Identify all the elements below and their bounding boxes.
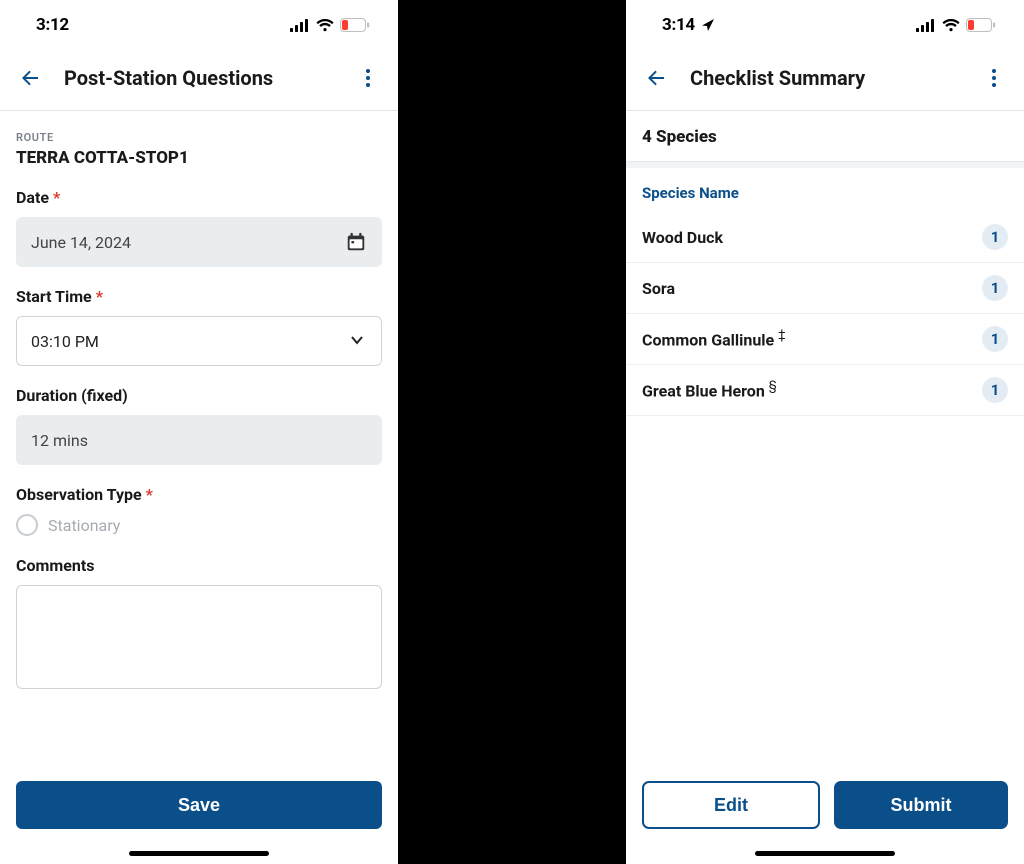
footer: Edit Submit bbox=[626, 765, 1024, 839]
overflow-menu-button[interactable] bbox=[978, 62, 1010, 94]
species-row[interactable]: Wood Duck 1 bbox=[626, 212, 1024, 263]
start-time-value: 03:10 PM bbox=[31, 332, 99, 351]
save-button[interactable]: Save bbox=[16, 781, 382, 829]
route-value: TERRA COTTA-STOP1 bbox=[16, 148, 382, 168]
route-label: ROUTE bbox=[16, 131, 382, 144]
home-indicator[interactable] bbox=[129, 851, 269, 856]
nav-bar: Post-Station Questions bbox=[0, 50, 398, 111]
duration-label: Duration (fixed) bbox=[16, 386, 382, 405]
species-row[interactable]: Great Blue Heron§ 1 bbox=[626, 365, 1024, 416]
submit-button[interactable]: Submit bbox=[834, 781, 1008, 829]
page-title: Post-Station Questions bbox=[46, 66, 352, 90]
form-content: ROUTE TERRA COTTA-STOP1 Date* June 14, 2… bbox=[0, 111, 398, 765]
comments-label: Comments bbox=[16, 556, 382, 575]
nav-bar: Checklist Summary bbox=[626, 50, 1024, 111]
page-title: Checklist Summary bbox=[672, 66, 978, 90]
species-name: Wood Duck bbox=[642, 228, 723, 247]
date-value: June 14, 2024 bbox=[31, 233, 131, 252]
species-row[interactable]: Sora 1 bbox=[626, 263, 1024, 314]
home-indicator[interactable] bbox=[755, 851, 895, 856]
cellular-signal-icon bbox=[916, 19, 936, 32]
start-time-label: Start Time* bbox=[16, 287, 382, 306]
comments-textarea[interactable] bbox=[16, 585, 382, 689]
species-count: 4 Species bbox=[626, 111, 1024, 162]
status-bar: 3:14 bbox=[626, 0, 1024, 50]
edit-button[interactable]: Edit bbox=[642, 781, 820, 829]
back-button[interactable] bbox=[14, 62, 46, 94]
wifi-icon bbox=[316, 19, 334, 32]
phone-left-post-station: 3:12 Post-Station Questions bbox=[0, 0, 398, 864]
observation-type-radio[interactable]: Stationary bbox=[16, 514, 382, 536]
species-count-badge: 1 bbox=[982, 275, 1008, 301]
duration-value: 12 mins bbox=[31, 431, 88, 450]
calendar-icon bbox=[345, 231, 367, 253]
start-time-select[interactable]: 03:10 PM bbox=[16, 316, 382, 366]
back-button[interactable] bbox=[640, 62, 672, 94]
species-name: Common Gallinule‡ bbox=[642, 328, 786, 349]
species-name: Sora bbox=[642, 279, 675, 298]
species-count-badge: 1 bbox=[982, 224, 1008, 250]
wifi-icon bbox=[942, 19, 960, 32]
battery-icon bbox=[966, 18, 996, 32]
status-time: 3:14 bbox=[662, 15, 695, 35]
status-time: 3:12 bbox=[36, 15, 69, 35]
location-arrow-icon bbox=[701, 18, 715, 32]
date-label: Date* bbox=[16, 188, 382, 207]
divider-gap bbox=[398, 0, 626, 864]
observation-type-option: Stationary bbox=[48, 516, 120, 535]
radio-icon bbox=[16, 514, 38, 536]
species-count-badge: 1 bbox=[982, 326, 1008, 352]
chevron-down-icon bbox=[349, 332, 367, 350]
status-bar: 3:12 bbox=[0, 0, 398, 50]
battery-icon bbox=[340, 18, 370, 32]
overflow-menu-button[interactable] bbox=[352, 62, 384, 94]
species-count-badge: 1 bbox=[982, 377, 1008, 403]
species-row[interactable]: Common Gallinule‡ 1 bbox=[626, 314, 1024, 365]
date-input[interactable]: June 14, 2024 bbox=[16, 217, 382, 267]
species-symbol: ‡ bbox=[778, 328, 785, 343]
cellular-signal-icon bbox=[290, 19, 310, 32]
species-name: Great Blue Heron§ bbox=[642, 379, 777, 400]
observation-type-label: Observation Type* bbox=[16, 485, 382, 504]
phone-right-checklist-summary: 3:14 Checklist Summary bbox=[626, 0, 1024, 864]
footer: Save bbox=[0, 765, 398, 839]
species-symbol: § bbox=[769, 379, 777, 394]
species-list: Wood Duck1Sora1Common Gallinule‡1Great B… bbox=[626, 212, 1024, 416]
duration-input: 12 mins bbox=[16, 415, 382, 465]
species-table-header: Species Name bbox=[626, 162, 1024, 212]
